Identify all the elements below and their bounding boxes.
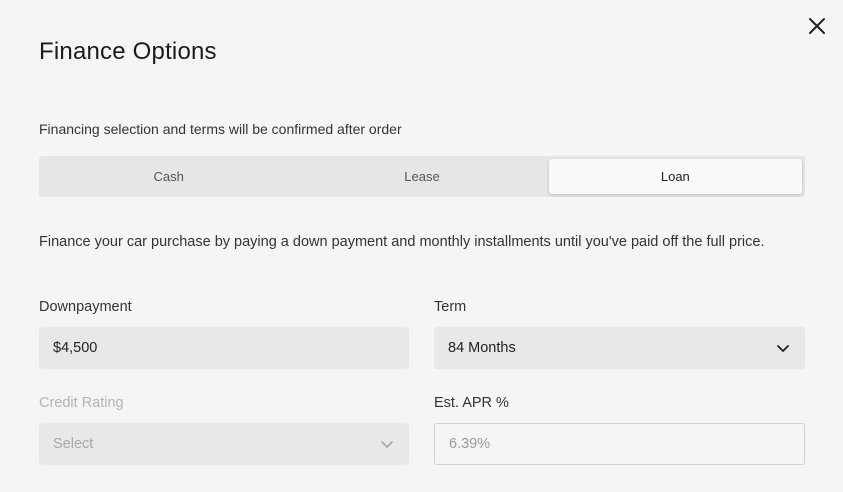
apr-value: 6.39%	[449, 436, 491, 452]
finance-options-modal: Finance Options Financing selection and …	[0, 0, 843, 492]
credit-rating-select[interactable]: Select	[39, 423, 409, 465]
tab-lease[interactable]: Lease	[295, 159, 548, 194]
chevron-down-icon	[381, 441, 393, 448]
apr-label: Est. APR %	[434, 395, 509, 411]
apr-input[interactable]: 6.39%	[434, 423, 805, 465]
chevron-down-icon	[777, 345, 789, 352]
payment-type-tabs: Cash Lease Loan	[39, 156, 805, 197]
close-button[interactable]	[805, 14, 829, 38]
downpayment-label: Downpayment	[39, 299, 132, 315]
close-icon	[809, 18, 825, 34]
credit-rating-label: Credit Rating	[39, 395, 124, 411]
tab-cash[interactable]: Cash	[42, 159, 295, 194]
subtitle: Financing selection and terms will be co…	[39, 121, 402, 137]
credit-rating-value: Select	[53, 436, 94, 452]
tab-loan[interactable]: Loan	[548, 159, 802, 194]
term-select[interactable]: 84 Months	[434, 327, 805, 369]
modal-title: Finance Options	[39, 38, 217, 65]
term-label: Term	[434, 299, 467, 315]
loan-description: Finance your car purchase by paying a do…	[39, 234, 765, 250]
term-value: 84 Months	[448, 340, 516, 356]
downpayment-value: $4,500	[53, 340, 98, 356]
downpayment-input[interactable]: $4,500	[39, 327, 409, 369]
